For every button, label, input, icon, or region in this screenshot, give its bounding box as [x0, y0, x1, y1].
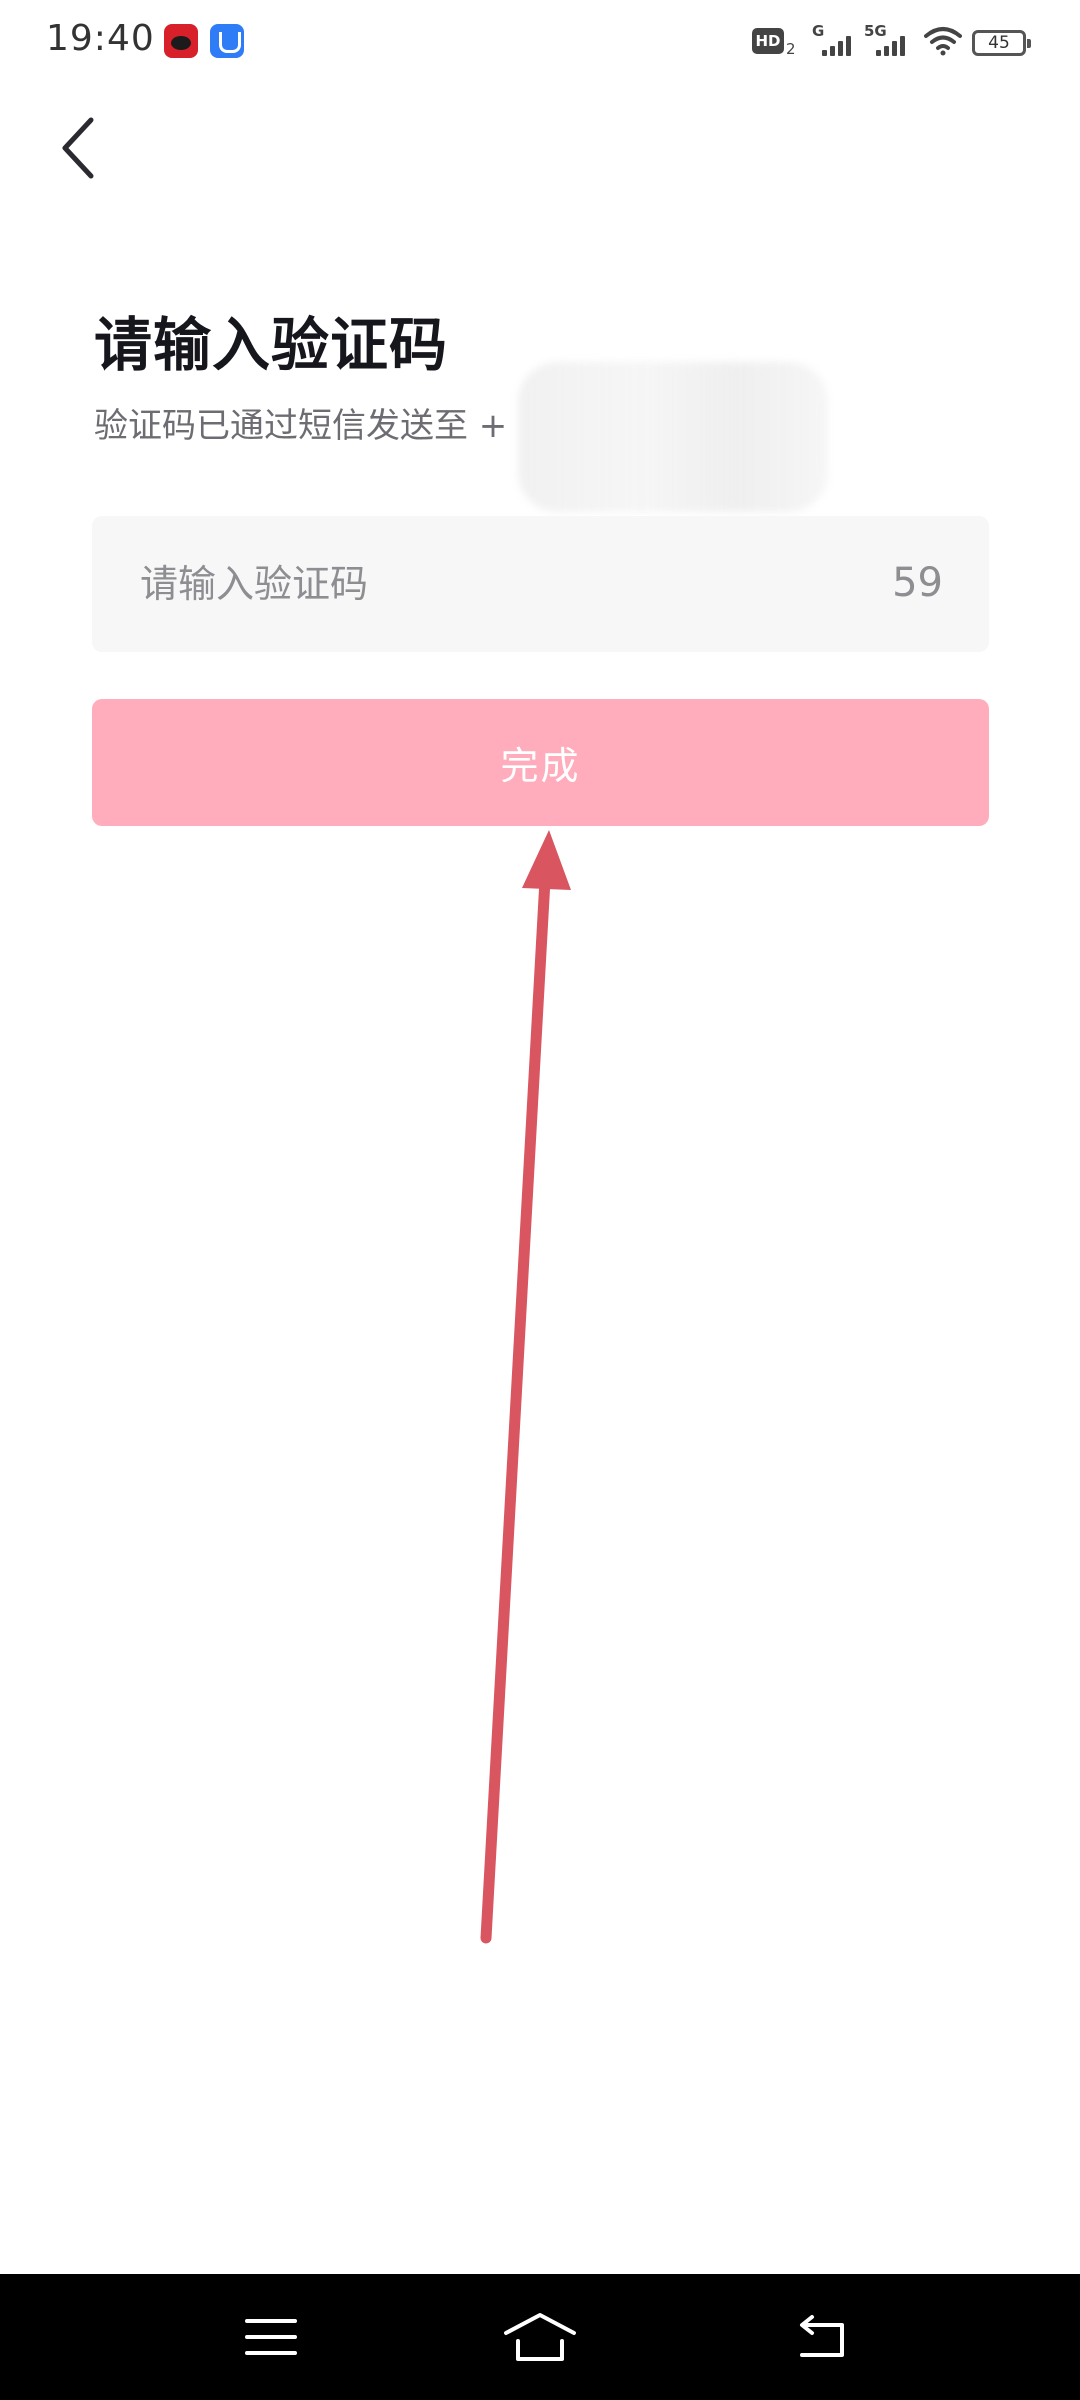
status-bar: 19:40 HD 2 G 5G 45 [0, 0, 1080, 84]
status-indicators: HD 2 G 5G 45 [752, 18, 1042, 66]
app-notification-icon [164, 24, 198, 58]
wifi-icon [924, 27, 962, 56]
resend-countdown: 59 [892, 560, 943, 606]
hd-voice-icon: HD [752, 28, 784, 54]
battery-icon: 45 [972, 30, 1031, 56]
status-time: 19:40 [46, 18, 155, 59]
chevron-left-icon [62, 117, 94, 179]
done-button[interactable]: 完成 [92, 699, 989, 826]
redacted-phone-number [518, 362, 828, 512]
nav-back-button[interactable] [763, 2292, 883, 2382]
sms-sent-notice: 验证码已通过短信发送至 + [94, 406, 508, 446]
app-notification-icon-2 [210, 24, 244, 58]
system-navigation-bar [0, 2274, 1080, 2400]
signal-icon [876, 32, 910, 56]
back-icon [800, 2315, 844, 2357]
hd-sim-number: 2 [786, 40, 796, 58]
page-title: 请输入验证码 [94, 311, 449, 379]
verification-code-field: 59 [92, 516, 989, 652]
verification-code-input[interactable] [140, 516, 780, 652]
nav-home-button[interactable] [480, 2292, 600, 2382]
home-icon [504, 2313, 576, 2361]
menu-icon [245, 2319, 297, 2355]
back-button[interactable] [48, 108, 108, 188]
nav-menu-button[interactable] [211, 2292, 331, 2382]
signal-icon [822, 32, 856, 56]
